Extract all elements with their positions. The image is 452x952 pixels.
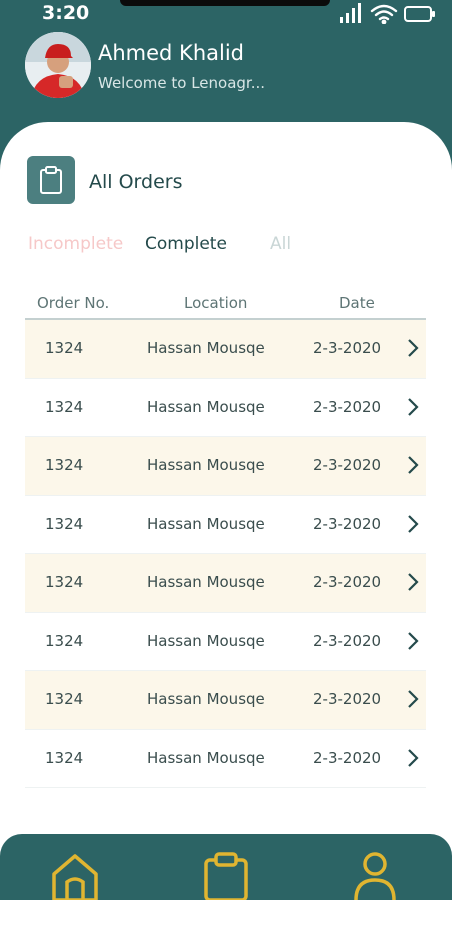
home-icon[interactable] [50,852,100,900]
user-name: Ahmed Khalid [98,41,245,65]
order-date: 2-3-2020 [313,397,382,416]
profile-header: Ahmed Khalid Welcome to Lenoagr... [25,32,445,98]
tab-incomplete[interactable]: Incomplete [28,234,123,254]
table-row[interactable]: 1324 Hassan Mousqe 2-3-2020 [25,437,426,496]
wifi-icon [370,4,398,25]
column-header-date: Date [339,294,375,312]
battery-icon [404,6,435,22]
orders-title-icon [27,156,75,204]
column-header-location: Location [184,294,248,312]
page-title: All Orders [89,171,183,193]
order-location: Hassan Mousqe [147,456,265,474]
chevron-right-icon[interactable] [405,688,421,710]
table-row[interactable]: 1324 Hassan Mousqe 2-3-2020 [25,730,426,788]
tab-all[interactable]: All [270,234,291,254]
chevron-right-icon[interactable] [405,513,421,535]
bottom-nav [0,834,452,900]
order-number: 1324 [45,397,84,416]
status-time: 3:20 [42,2,90,24]
clipboard-icon[interactable] [203,852,249,900]
status-icons [338,2,438,29]
user-icon[interactable] [352,852,398,900]
order-number: 1324 [45,748,84,767]
order-location: Hassan Mousqe [147,573,265,591]
orders-card: All Orders Incomplete Complete All Order… [0,122,452,952]
order-date: 2-3-2020 [313,456,382,474]
table-row[interactable]: 1324 Hassan Mousqe 2-3-2020 [25,554,426,613]
chevron-right-icon[interactable] [405,571,421,593]
clipboard-icon [40,166,62,194]
signal-icon [340,3,361,23]
order-number: 1324 [45,514,84,533]
order-number: 1324 [45,339,84,357]
order-location: Hassan Mousqe [147,514,265,533]
order-date: 2-3-2020 [313,748,382,767]
chevron-right-icon[interactable] [405,337,421,359]
order-date: 2-3-2020 [313,339,382,357]
table-row[interactable]: 1324 Hassan Mousqe 2-3-2020 [25,496,426,554]
table-header: Order No. Location Date [25,292,426,320]
chevron-right-icon[interactable] [405,454,421,476]
table-row[interactable]: 1324 Hassan Mousqe 2-3-2020 [25,379,426,437]
column-header-order-no: Order No. [37,294,110,312]
order-date: 2-3-2020 [313,690,382,708]
orders-table: 1324 Hassan Mousqe 2-3-2020 1324 Hassan … [25,320,426,788]
welcome-text: Welcome to Lenoagr... [98,74,266,92]
order-location: Hassan Mousqe [147,690,265,708]
tab-complete[interactable]: Complete [145,234,227,254]
order-number: 1324 [45,456,84,474]
order-number: 1324 [45,631,84,650]
order-date: 2-3-2020 [313,514,382,533]
order-location: Hassan Mousqe [147,397,265,416]
status-bar: 3:20 [0,0,452,28]
table-row[interactable]: 1324 Hassan Mousqe 2-3-2020 [25,613,426,671]
table-row[interactable]: 1324 Hassan Mousqe 2-3-2020 [25,320,426,379]
chevron-right-icon[interactable] [405,396,421,418]
order-location: Hassan Mousqe [147,748,265,767]
order-date: 2-3-2020 [313,631,382,650]
order-date: 2-3-2020 [313,573,382,591]
order-number: 1324 [45,690,84,708]
table-row[interactable]: 1324 Hassan Mousqe 2-3-2020 [25,671,426,730]
avatar[interactable] [25,32,91,98]
phone-notch [120,0,330,6]
chevron-right-icon[interactable] [405,747,421,769]
chevron-right-icon[interactable] [405,630,421,652]
order-number: 1324 [45,573,84,591]
order-location: Hassan Mousqe [147,339,265,357]
order-location: Hassan Mousqe [147,631,265,650]
